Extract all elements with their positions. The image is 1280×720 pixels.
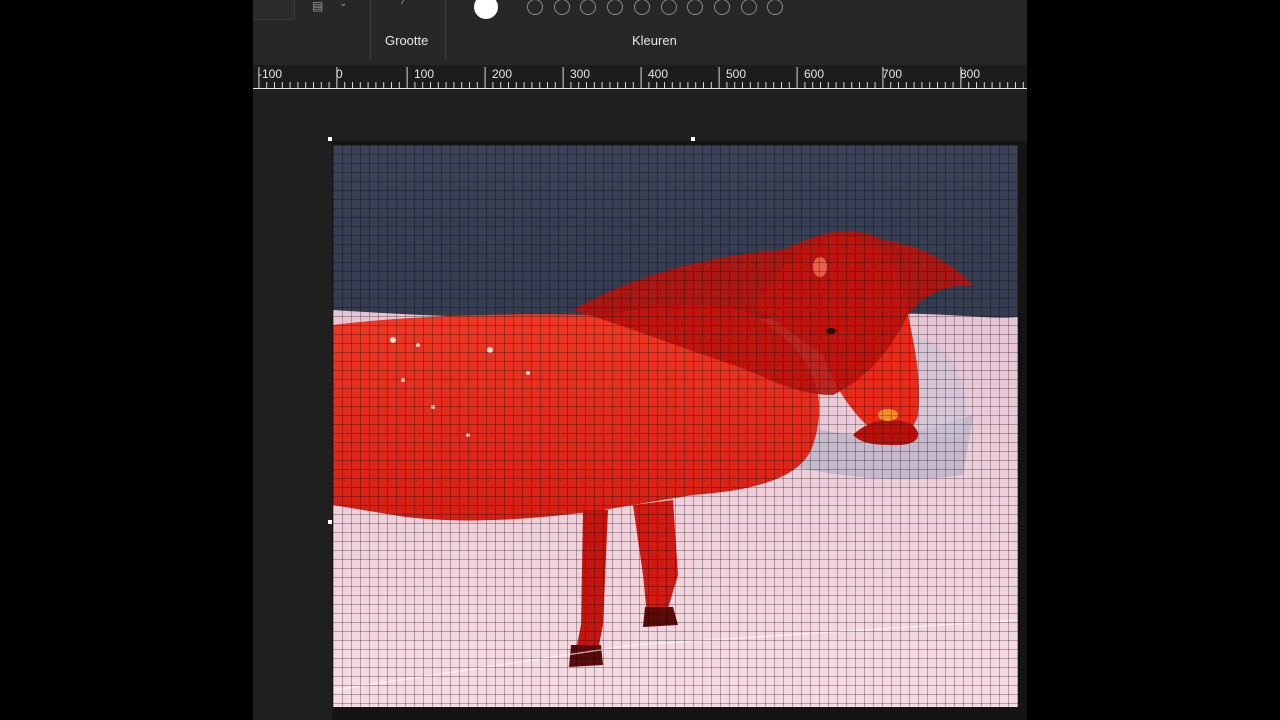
color-swatch[interactable] (580, 0, 597, 15)
ruler-tick-label: 600 (804, 67, 825, 81)
color-swatch[interactable] (713, 0, 730, 15)
resize-handle-top[interactable] (691, 137, 695, 141)
ruler-tick-label: 700 (882, 67, 903, 81)
ribbon-divider (445, 0, 446, 60)
group-label-size: Grootte (385, 33, 429, 48)
color-swatch[interactable] (607, 0, 624, 15)
ruler-tick-label: 800 (960, 67, 981, 81)
selected-color-swatch[interactable] (474, 0, 498, 19)
color-swatch[interactable] (660, 0, 677, 15)
color-swatch[interactable] (633, 0, 650, 15)
ruler-tick-label: 200 (492, 67, 513, 81)
horizontal-ruler: -100 0 100 200 300 400 500 600 700 800 (253, 65, 1027, 89)
ribbon-toolbar: ▤ ⌄ ⁄ Grootte Kleuren (253, 0, 1027, 65)
ruler-tick-label: 500 (726, 67, 747, 81)
ruler-tick-label: 0 (336, 67, 343, 81)
color-swatch[interactable] (687, 0, 704, 15)
paint-app: ▤ ⌄ ⁄ Grootte Kleuren -100 0 100 200 300 400 5… (253, 0, 1027, 720)
ruler-tick-label: 400 (648, 67, 669, 81)
ribbon-divider (370, 0, 371, 60)
tool-button[interactable] (253, 0, 295, 20)
layers-icon[interactable]: ▤ (312, 0, 328, 12)
resize-handle-top-left[interactable] (328, 137, 332, 141)
pony-image (333, 145, 1018, 707)
ruler-tick-label: 300 (570, 67, 591, 81)
color-swatch[interactable] (740, 0, 757, 15)
resize-handle-left[interactable] (328, 520, 332, 524)
brush-size-icon[interactable]: ⁄ (403, 0, 413, 7)
ruler-ticks (258, 67, 1024, 88)
color-swatch[interactable] (527, 0, 543, 15)
canvas-image[interactable] (333, 145, 1018, 707)
canvas-area (253, 89, 1027, 720)
chevron-down-icon[interactable]: ⌄ (339, 0, 347, 9)
color-swatch[interactable] (767, 0, 784, 15)
ruler-tick-label: -100 (258, 67, 283, 81)
ruler-tick-label: 100 (414, 67, 435, 81)
color-swatch[interactable] (553, 0, 570, 15)
group-label-colors: Kleuren (632, 33, 677, 48)
